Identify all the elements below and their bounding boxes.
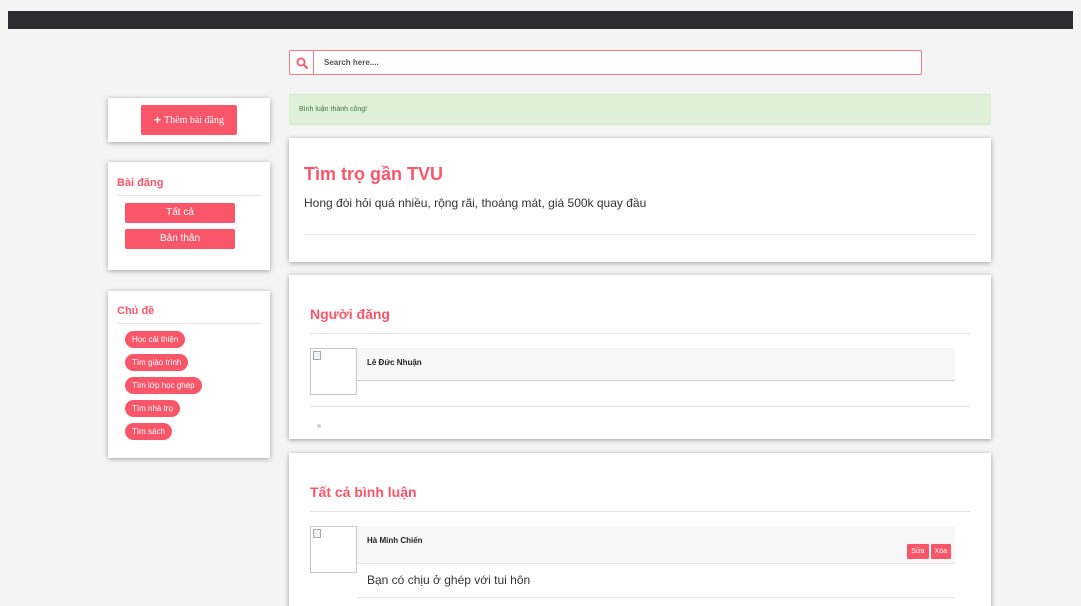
topic-tag[interactable]: Học cải thiện [125, 331, 186, 348]
broken-image-icon [313, 529, 321, 538]
add-post-panel: + Thêm bài đăng [108, 98, 270, 142]
author-name: Lê Đức Nhuận [367, 358, 422, 367]
delete-comment-button[interactable]: Xóa [930, 544, 951, 559]
comment-item: Hà Minh Chiến Sửa Xóa Bạn có chịu ở ghép… [310, 526, 955, 601]
top-navbar [8, 11, 1073, 29]
search-bar [289, 50, 922, 75]
post-card: Tìm trọ gần TVU Hong đòi hỏi quá nhiều, … [289, 138, 991, 262]
avatar [310, 348, 357, 395]
topic-tag[interactable]: Tìm nhà trọ [125, 400, 180, 417]
plus-icon: + [154, 113, 162, 127]
broken-image-icon [313, 351, 321, 360]
search-input[interactable] [314, 51, 921, 74]
search-icon[interactable] [290, 51, 314, 74]
topic-tag[interactable]: Tìm lớp học ghép [125, 377, 202, 394]
comments-section-title: Tất cả bình luận [310, 484, 417, 500]
comments-card: Tất cả bình luận Hà Minh Chiến Sửa Xóa B… [289, 453, 991, 606]
divider [310, 333, 970, 334]
post-body: Hong đòi hỏi quá nhiều, rộng rãi, thoáng… [304, 196, 647, 210]
comment-meta: Hà Minh Chiến Sửa Xóa [357, 526, 955, 564]
divider [310, 511, 970, 512]
topics-panel-title: Chủ đề [117, 305, 261, 324]
divider [304, 234, 976, 235]
edit-comment-button[interactable]: Sửa [907, 544, 929, 559]
filter-mine-button[interactable]: Bản thân [125, 229, 235, 249]
comment-text: Bạn có chịu ở ghép với tui hôn [367, 573, 531, 587]
add-post-button[interactable]: + Thêm bài đăng [141, 105, 237, 135]
divider [310, 406, 970, 407]
post-title: Tìm trọ gần TVU [304, 164, 443, 184]
filter-all-button[interactable]: Tất cả [125, 203, 235, 223]
posts-panel: Bài đăng Tất cả Bản thân [108, 162, 270, 270]
topic-tag[interactable]: Tìm giáo trình [125, 354, 189, 371]
add-post-label: Thêm bài đăng [164, 114, 224, 126]
topic-tag[interactable]: Tìm sách [125, 423, 172, 440]
avatar [310, 526, 357, 573]
comment-actions: Sửa Xóa [907, 544, 951, 559]
comment-author: Hà Minh Chiến [367, 536, 423, 545]
author-section-title: Người đăng [310, 306, 390, 322]
divider [357, 597, 955, 598]
author-row: Lê Đức Nhuận [310, 348, 955, 395]
success-alert: Bình luận thành công! [289, 94, 991, 125]
posts-panel-title: Bài đăng [117, 177, 261, 196]
author-meta: Lê Đức Nhuận [357, 348, 955, 381]
topics-panel: Chủ đề Học cải thiện Tìm giáo trình Tìm … [108, 291, 270, 458]
bullet-dot [317, 424, 321, 428]
author-card: Người đăng Lê Đức Nhuận [289, 275, 991, 439]
